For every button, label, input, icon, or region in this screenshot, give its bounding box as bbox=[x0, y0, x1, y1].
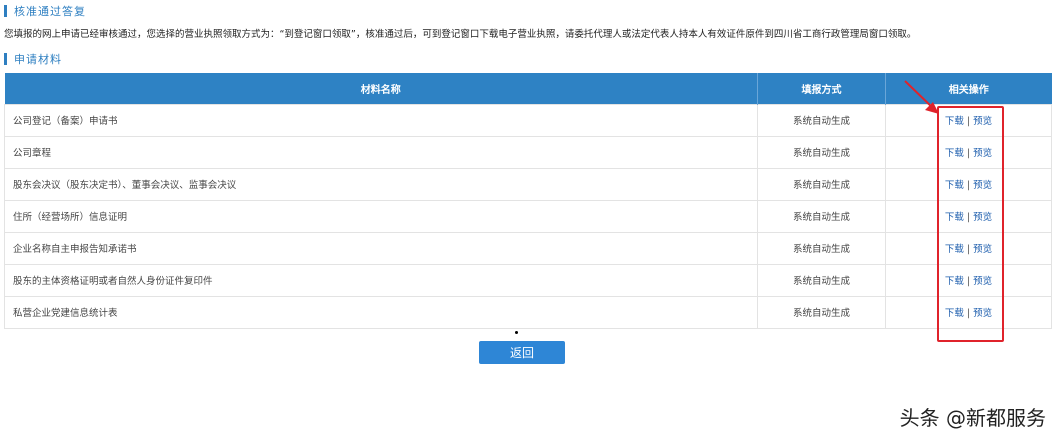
row-actions: 下载 | 预览 bbox=[885, 103, 1052, 137]
row-actions: 下载 | 预览 bbox=[885, 199, 1052, 233]
section-header-materials: 申请材料 bbox=[4, 52, 62, 66]
table-header-row: 材料名称 填报方式 相关操作 bbox=[4, 73, 1052, 104]
section-title-approval: 核准通过答复 bbox=[14, 5, 86, 18]
separator: | bbox=[966, 148, 971, 159]
preview-link[interactable]: 预览 bbox=[973, 116, 992, 127]
section-header-approval: 核准通过答复 bbox=[4, 4, 86, 18]
row-actions: 下载 | 预览 bbox=[885, 167, 1052, 201]
dot-marker bbox=[515, 331, 518, 334]
preview-link[interactable]: 预览 bbox=[973, 212, 992, 223]
table-row: 股东会决议（股东决定书）、董事会决议、监事会决议 系统自动生成 下载 | 预览 bbox=[4, 167, 1052, 201]
row-actions: 下载 | 预览 bbox=[885, 295, 1052, 329]
preview-link[interactable]: 预览 bbox=[973, 308, 992, 319]
section-title-materials: 申请材料 bbox=[14, 53, 62, 66]
table-row: 企业名称自主申报告知承诺书 系统自动生成 下载 | 预览 bbox=[4, 231, 1052, 265]
download-link[interactable]: 下载 bbox=[945, 148, 964, 159]
fill-mode: 系统自动生成 bbox=[757, 231, 886, 265]
material-name: 股东会决议（股东决定书）、董事会决议、监事会决议 bbox=[4, 167, 758, 201]
material-name: 股东的主体资格证明或者自然人身份证件复印件 bbox=[4, 263, 758, 297]
section-bar bbox=[4, 5, 7, 17]
material-name: 公司章程 bbox=[4, 135, 758, 169]
preview-link[interactable]: 预览 bbox=[973, 276, 992, 287]
fill-mode: 系统自动生成 bbox=[757, 263, 886, 297]
row-actions: 下载 | 预览 bbox=[885, 135, 1052, 169]
fill-mode: 系统自动生成 bbox=[757, 103, 886, 137]
preview-link[interactable]: 预览 bbox=[973, 180, 992, 191]
table-row: 公司登记（备案）申请书 系统自动生成 下载 | 预览 bbox=[4, 103, 1052, 137]
table-row: 私营企业党建信息统计表 系统自动生成 下载 | 预览 bbox=[4, 295, 1052, 329]
separator: | bbox=[966, 244, 971, 255]
col-header-name: 材料名称 bbox=[4, 73, 758, 104]
download-link[interactable]: 下载 bbox=[945, 212, 964, 223]
fill-mode: 系统自动生成 bbox=[757, 295, 886, 329]
preview-link[interactable]: 预览 bbox=[973, 148, 992, 159]
material-name: 公司登记（备案）申请书 bbox=[4, 103, 758, 137]
separator: | bbox=[966, 308, 971, 319]
download-link[interactable]: 下载 bbox=[945, 276, 964, 287]
download-link[interactable]: 下载 bbox=[945, 116, 964, 127]
material-name: 私营企业党建信息统计表 bbox=[4, 295, 758, 329]
col-header-ops: 相关操作 bbox=[885, 73, 1052, 104]
col-header-mode: 填报方式 bbox=[757, 73, 886, 104]
watermark: 头条 @新都服务 bbox=[899, 406, 1046, 430]
fill-mode: 系统自动生成 bbox=[757, 199, 886, 233]
material-name: 住所（经营场所）信息证明 bbox=[4, 199, 758, 233]
fill-mode: 系统自动生成 bbox=[757, 135, 886, 169]
table-row: 住所（经营场所）信息证明 系统自动生成 下载 | 预览 bbox=[4, 199, 1052, 233]
fill-mode: 系统自动生成 bbox=[757, 167, 886, 201]
table-row: 股东的主体资格证明或者自然人身份证件复印件 系统自动生成 下载 | 预览 bbox=[4, 263, 1052, 297]
approval-notice: 您填报的网上申请已经审核通过，您选择的营业执照领取方式为：“到登记窗口领取”，核… bbox=[4, 29, 917, 40]
separator: | bbox=[966, 276, 971, 287]
download-link[interactable]: 下载 bbox=[945, 308, 964, 319]
section-bar bbox=[4, 53, 7, 65]
separator: | bbox=[966, 212, 971, 223]
row-actions: 下载 | 预览 bbox=[885, 263, 1052, 297]
download-link[interactable]: 下载 bbox=[945, 180, 964, 191]
back-button[interactable]: 返回 bbox=[479, 341, 565, 364]
separator: | bbox=[966, 180, 971, 191]
material-name: 企业名称自主申报告知承诺书 bbox=[4, 231, 758, 265]
row-actions: 下载 | 预览 bbox=[885, 231, 1052, 265]
materials-table: 材料名称 填报方式 相关操作 公司登记（备案）申请书 系统自动生成 下载 | 预览 … bbox=[4, 73, 1052, 329]
download-link[interactable]: 下载 bbox=[945, 244, 964, 255]
separator: | bbox=[966, 116, 971, 127]
preview-link[interactable]: 预览 bbox=[973, 244, 992, 255]
table-row: 公司章程 系统自动生成 下载 | 预览 bbox=[4, 135, 1052, 169]
